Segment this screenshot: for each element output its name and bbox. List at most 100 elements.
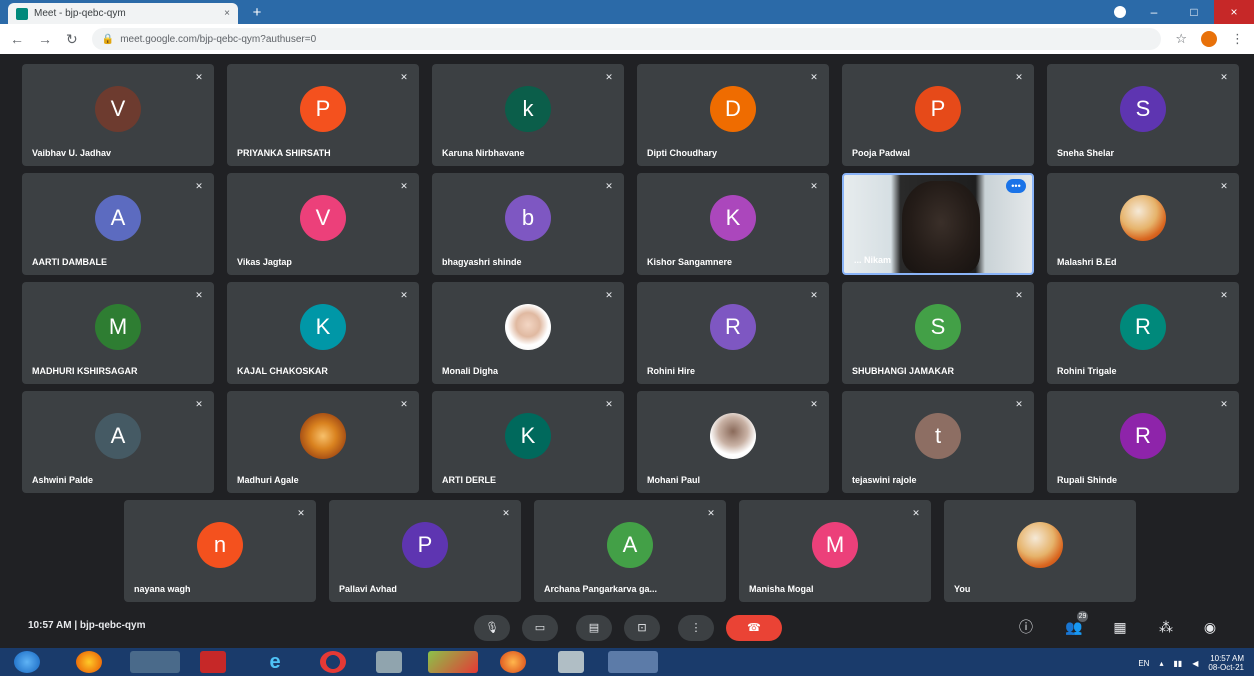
self-tile[interactable]: You	[944, 500, 1136, 602]
participant-tile[interactable]: M ✕ MADHURI KSHIRSAGAR	[22, 282, 214, 384]
firefox-icon[interactable]	[500, 651, 526, 673]
participant-tile[interactable]: P ✕ PRIYANKA SHIRSATH	[227, 64, 419, 166]
internet-explorer-icon[interactable]: e	[262, 651, 288, 673]
participant-avatar: D	[710, 85, 756, 132]
participant-name: Vikas Jagtap	[237, 257, 292, 267]
present-button[interactable]: ⊡	[624, 615, 660, 641]
network-icon[interactable]: ▮▮	[1173, 659, 1182, 668]
new-tab-button[interactable]: +	[246, 5, 268, 21]
participant-tile[interactable]: A ✕ AARTI DAMBALE	[22, 173, 214, 275]
participant-tile[interactable]: R ✕ Rohini Trigale	[1047, 282, 1239, 384]
participant-avatar: P	[300, 85, 346, 132]
participant-tile[interactable]: b ✕ bhagyashri shinde	[432, 173, 624, 275]
info-separator: |	[74, 620, 78, 631]
captions-icon: ▤	[588, 622, 600, 634]
participant-tile[interactable]: S ✕ Sneha Shelar	[1047, 64, 1239, 166]
chrome-taskbar-icon[interactable]	[428, 651, 478, 673]
start-button-icon[interactable]	[14, 651, 40, 673]
close-window-button[interactable]: ×	[1214, 0, 1254, 24]
participant-tile[interactable]: P ✕ Pooja Padwal	[842, 64, 1034, 166]
mic-off-icon: ✕	[810, 181, 818, 191]
participant-tile[interactable]: ✕ Monali Digha	[432, 282, 624, 384]
tile-more-options-button[interactable]: •••	[1006, 179, 1026, 193]
participant-tile[interactable]: A ✕ Archana Pangarkarva ga...	[534, 500, 726, 602]
end-call-button[interactable]: ☎	[726, 615, 782, 641]
present-icon: ⊡	[637, 622, 647, 634]
participant-tile[interactable]: R ✕ Rupali Shinde	[1047, 391, 1239, 493]
participant-avatar: A	[95, 412, 141, 459]
participant-tile[interactable]: ✕ Madhuri Agale	[227, 391, 419, 493]
pdf-app-icon[interactable]	[200, 651, 226, 673]
participant-avatar: A	[95, 194, 141, 241]
tab-meet[interactable]: Meet - bjp-qebc-qym ×	[8, 3, 238, 24]
reload-icon[interactable]: ↻	[66, 31, 78, 48]
participant-avatar	[1120, 194, 1166, 241]
clock-date: 08-Oct-21	[1208, 663, 1244, 672]
participant-tile[interactable]: ✕ Mohani Paul	[637, 391, 829, 493]
participant-tile[interactable]: M ✕ Manisha Mogal	[739, 500, 931, 602]
participant-name: Manisha Mogal	[749, 584, 814, 594]
participant-tile[interactable]: A ✕ Ashwini Palde	[22, 391, 214, 493]
volume-icon[interactable]: ◀	[1192, 659, 1198, 668]
more-options-button[interactable]: ⋮	[678, 615, 714, 641]
camera-button[interactable]: ▭	[522, 615, 558, 641]
participant-tile[interactable]: S ✕ SHUBHANGI JAMAKAR	[842, 282, 1034, 384]
url-text: meet.google.com/bjp-qebc-qym?authuser=0	[120, 33, 317, 45]
participant-tile[interactable]: V ✕ Vaibhav U. Jadhav	[22, 64, 214, 166]
participant-tile[interactable]: K ✕ ARTI DERLE	[432, 391, 624, 493]
participant-tile[interactable]: V ✕ Vikas Jagtap	[227, 173, 419, 275]
mic-off-icon: ✕	[297, 508, 305, 518]
participant-avatar: t	[915, 412, 961, 459]
participant-tile[interactable]: R ✕ Rohini Hire	[637, 282, 829, 384]
tray-arrow-icon[interactable]: ▴	[1159, 659, 1163, 668]
minimize-button[interactable]: –	[1134, 0, 1174, 24]
back-icon[interactable]: ←	[10, 31, 24, 47]
mic-off-icon: ✕	[1015, 399, 1023, 409]
meeting-code: bjp-qebc-qym	[79, 620, 146, 631]
participant-name: Pallavi Avhad	[339, 584, 397, 594]
participant-name: nayana wagh	[134, 584, 191, 594]
participant-tile[interactable]: ••• ... Nikam	[842, 173, 1034, 275]
mic-off-icon: ✕	[1220, 290, 1228, 300]
document-app-icon[interactable]	[558, 651, 584, 673]
meeting-details-icon[interactable]: ⓘ	[1016, 618, 1036, 636]
participant-tile[interactable]: K ✕ KAJAL CHAKOSKAR	[227, 282, 419, 384]
participant-avatar	[300, 412, 346, 459]
maximize-button[interactable]: □	[1174, 0, 1214, 24]
host-controls-icon[interactable]: ◉	[1200, 618, 1220, 636]
mic-button[interactable]: 🎙	[474, 615, 510, 641]
tab-title: Meet - bjp-qebc-qym	[34, 8, 126, 19]
media-player-icon[interactable]	[76, 651, 102, 673]
meet-favicon-icon	[16, 7, 28, 20]
account-avatar[interactable]	[1201, 31, 1217, 47]
forward-icon[interactable]: →	[38, 31, 52, 47]
window-app-icon[interactable]	[608, 651, 658, 673]
network-app-icon[interactable]	[376, 651, 402, 673]
participant-avatar: S	[1120, 85, 1166, 132]
opera-icon[interactable]	[320, 651, 346, 673]
participant-avatar: P	[402, 521, 448, 568]
participant-tile[interactable]: D ✕ Dipti Choudhary	[637, 64, 829, 166]
activities-icon[interactable]: ⁂	[1156, 618, 1176, 636]
taskbar-clock[interactable]: 10:57 AM 08-Oct-21	[1208, 654, 1244, 672]
participant-tile[interactable]: ✕ Malashri B.Ed	[1047, 173, 1239, 275]
address-bar[interactable]: 🔒 meet.google.com/bjp-qebc-qym?authuser=…	[91, 28, 1162, 50]
participant-tile[interactable]: K ✕ Kishor Sangamnere	[637, 173, 829, 275]
participant-avatar	[1017, 521, 1063, 568]
profile-icon[interactable]	[1114, 6, 1126, 18]
participant-count-badge: 29	[1077, 611, 1088, 622]
participant-tile[interactable]: P ✕ Pallavi Avhad	[329, 500, 521, 602]
menu-icon[interactable]: ⋮	[1231, 31, 1244, 47]
chat-icon[interactable]: ▦	[1110, 618, 1130, 636]
language-indicator[interactable]: EN	[1138, 659, 1149, 668]
participant-tile[interactable]: k ✕ Karuna Nirbhavane	[432, 64, 624, 166]
participant-tile[interactable]: n ✕ nayana wagh	[124, 500, 316, 602]
mic-off-icon: ✕	[195, 72, 203, 82]
participant-tile[interactable]: t ✕ tejaswini rajole	[842, 391, 1034, 493]
captions-button[interactable]: ▤	[576, 615, 612, 641]
file-explorer-icon[interactable]	[130, 651, 180, 673]
star-icon[interactable]: ☆	[1175, 31, 1187, 47]
participant-name: ARTI DERLE	[442, 475, 496, 485]
participant-avatar: R	[1120, 412, 1166, 459]
tab-close-button[interactable]: ×	[224, 8, 230, 19]
